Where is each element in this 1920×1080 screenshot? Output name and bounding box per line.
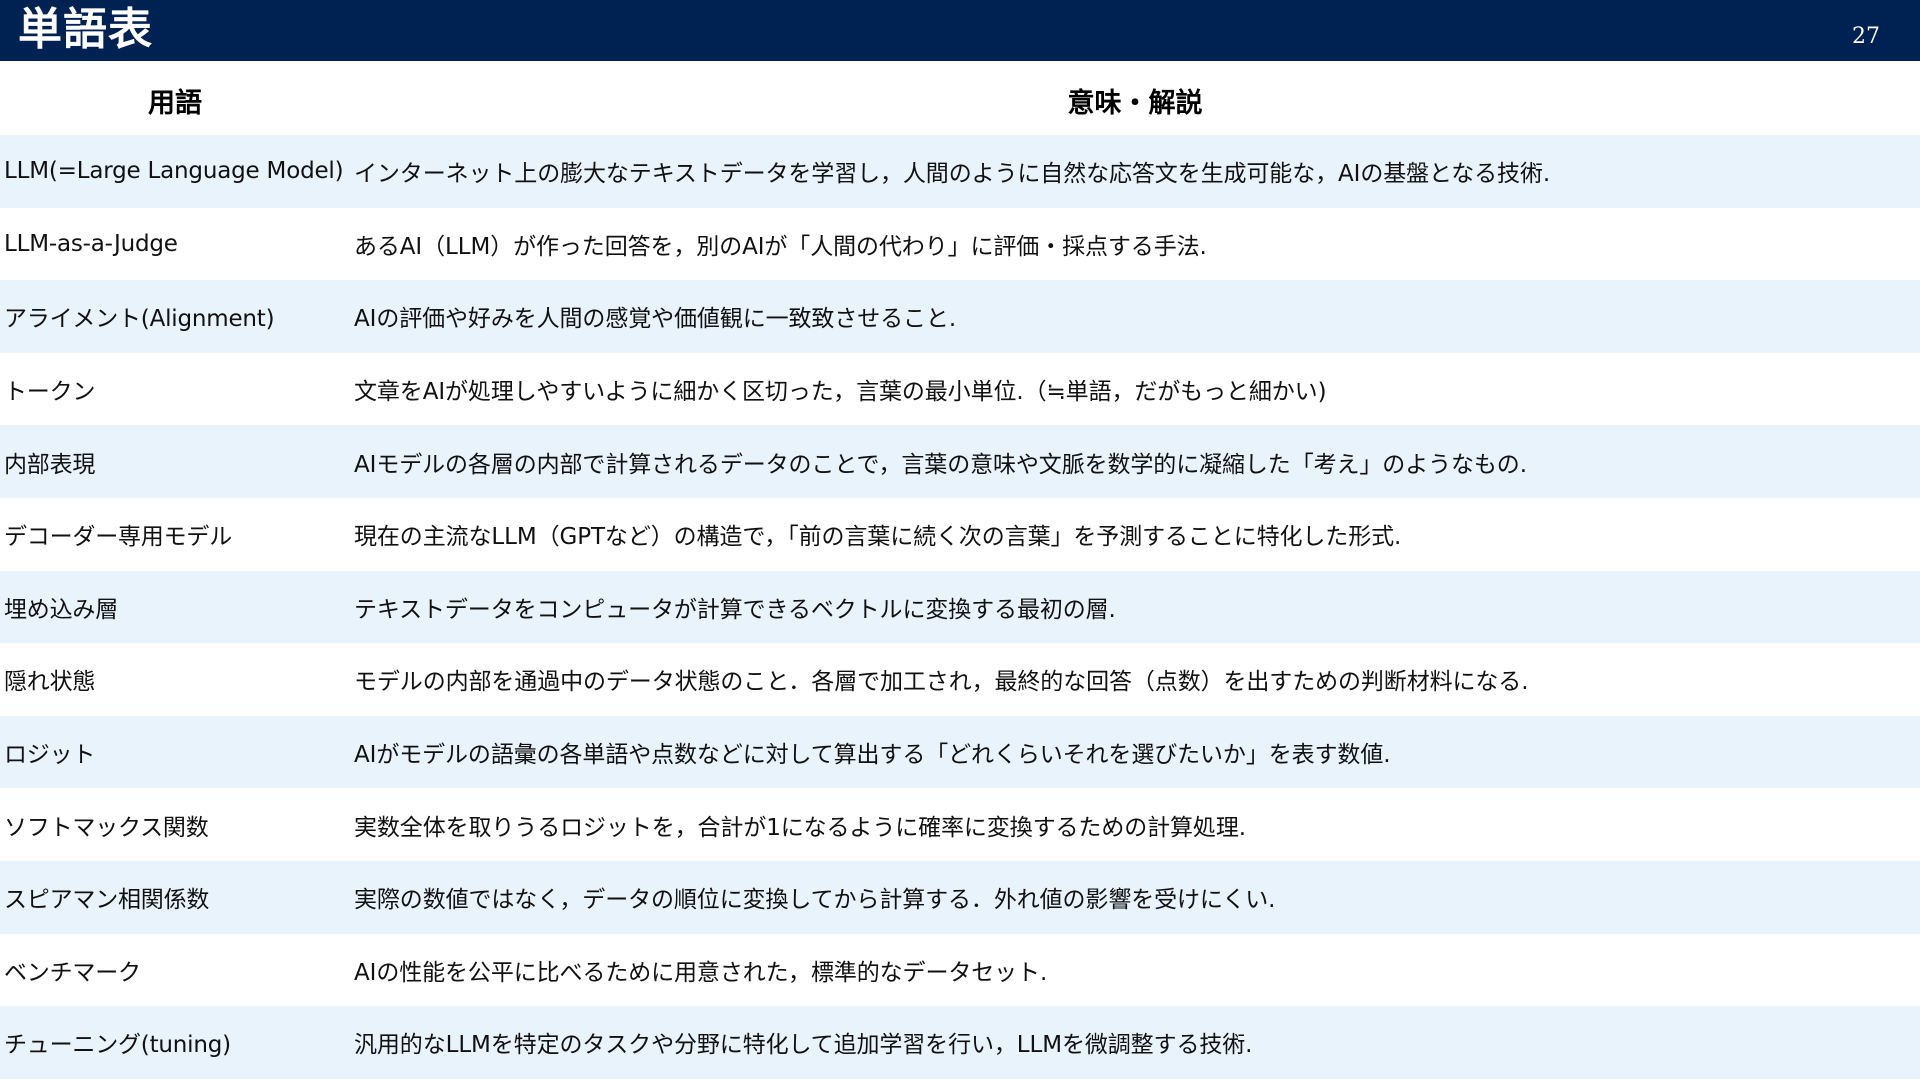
description-cell: テキストデータをコンピュータが計算できるベクトルに変換する最初の層. <box>354 596 1116 623</box>
table-row: スピアマン相関係数 実際の数値ではなく，データの順位に変換してから計算する．外れ… <box>0 860 1920 934</box>
description-cell: 文章をAIが処理しやすいように細かく区切った，言葉の最小単位.（≒単語，だがもっ… <box>354 379 1327 406</box>
description-cell: AIの性能を公平に比べるために用意された，標準的なデータセット. <box>354 959 1048 986</box>
term-cell: 隠れ状態 <box>4 669 96 696</box>
description-cell: AIの評価や好みを人間の感覚や価値観に一致致させること. <box>354 306 957 333</box>
table-row: ロジット AIがモデルの語彙の各単語や点数などに対して算出する「どれくらいそれを… <box>0 715 1920 789</box>
description-cell: AIモデルの各層の内部で計算されるデータのことで，言葉の意味や文脈を数学的に凝縮… <box>354 451 1527 478</box>
table-row: 隠れ状態 モデルの内部を通過中のデータ状態のこと．各層で加工され，最終的な回答（… <box>0 643 1920 716</box>
description-cell: AIがモデルの語彙の各単語や点数などに対して算出する「どれくらいそれを選びたいか… <box>354 742 1391 769</box>
term-cell: ロジット <box>4 742 96 769</box>
page-title: 単語表 <box>18 4 153 55</box>
term-cell: スピアマン相関係数 <box>4 887 210 914</box>
table-row: デコーダー専用モデル 現在の主流なLLM（GPTなど）の構造で，「前の言葉に続く… <box>0 497 1920 571</box>
table-header-row: 用語 意味・解説 <box>0 65 1920 135</box>
term-cell: チューニング(tuning) <box>4 1032 231 1059</box>
term-cell: デコーダー専用モデル <box>4 524 233 551</box>
table-row: トークン 文章をAIが処理しやすいように細かく区切った，言葉の最小単位.（≒単語… <box>0 352 1920 426</box>
page-number: 27 <box>1852 24 1880 49</box>
glossary-table: 用語 意味・解説 LLM(=Large Language Model) インター… <box>0 65 1920 1079</box>
term-cell: 埋め込み層 <box>4 596 119 623</box>
table-row: ベンチマーク AIの性能を公平に比べるために用意された，標準的なデータセット. <box>0 933 1920 1007</box>
description-cell: モデルの内部を通過中のデータ状態のこと．各層で加工され，最終的な回答（点数）を出… <box>354 669 1529 696</box>
table-row: 内部表現 AIモデルの各層の内部で計算されるデータのことで，言葉の意味や文脈を数… <box>0 425 1920 498</box>
term-cell: アライメント(Alignment) <box>4 306 275 333</box>
term-cell: ソフトマックス関数 <box>4 814 209 841</box>
description-cell: 汎用的なLLMを特定のタスクや分野に特化して追加学習を行い，LLMを微調整する技… <box>354 1032 1253 1059</box>
description-cell: インターネット上の膨大なテキストデータを学習し，人間のように自然な応答文を生成可… <box>354 161 1551 188</box>
title-bar: 単語表 27 <box>0 0 1920 61</box>
table-row: チューニング(tuning) 汎用的なLLMを特定のタスクや分野に特化して追加学… <box>0 1006 1920 1079</box>
table-row: LLM(=Large Language Model) インターネット上の膨大なテ… <box>0 135 1920 208</box>
table-row: アライメント(Alignment) AIの評価や好みを人間の感覚や価値観に一致致… <box>0 280 1920 353</box>
column-header-term: 用語 <box>148 87 202 119</box>
description-cell: 実数全体を取りうるロジットを，合計が1になるように確率に変換するための計算処理. <box>354 814 1246 841</box>
term-cell: ベンチマーク <box>4 959 141 986</box>
description-cell: 現在の主流なLLM（GPTなど）の構造で，「前の言葉に続く次の言葉」を予測するこ… <box>354 524 1402 551</box>
table-row: 埋め込み層 テキストデータをコンピュータが計算できるベクトルに変換する最初の層. <box>0 570 1920 644</box>
table-row: LLM-as-a-Judge あるAI（LLM）が作った回答を，別のAIが「人間… <box>0 207 1920 281</box>
description-cell: 実際の数値ではなく，データの順位に変換してから計算する．外れ値の影響を受けにくい… <box>354 887 1276 914</box>
column-header-description: 意味・解説 <box>1067 87 1203 119</box>
slide: 単語表 27 用語 意味・解説 LLM(=Large Language Mode… <box>0 0 1920 1080</box>
term-cell: LLM(=Large Language Model) <box>4 158 344 185</box>
description-cell: あるAI（LLM）が作った回答を，別のAIが「人間の代わり」に評価・採点する手法… <box>354 233 1207 260</box>
term-cell: 内部表現 <box>4 451 96 478</box>
table-row: ソフトマックス関数 実数全体を取りうるロジットを，合計が1になるように確率に変換… <box>0 788 1920 861</box>
term-cell: LLM-as-a-Judge <box>4 230 178 257</box>
term-cell: トークン <box>4 379 96 406</box>
